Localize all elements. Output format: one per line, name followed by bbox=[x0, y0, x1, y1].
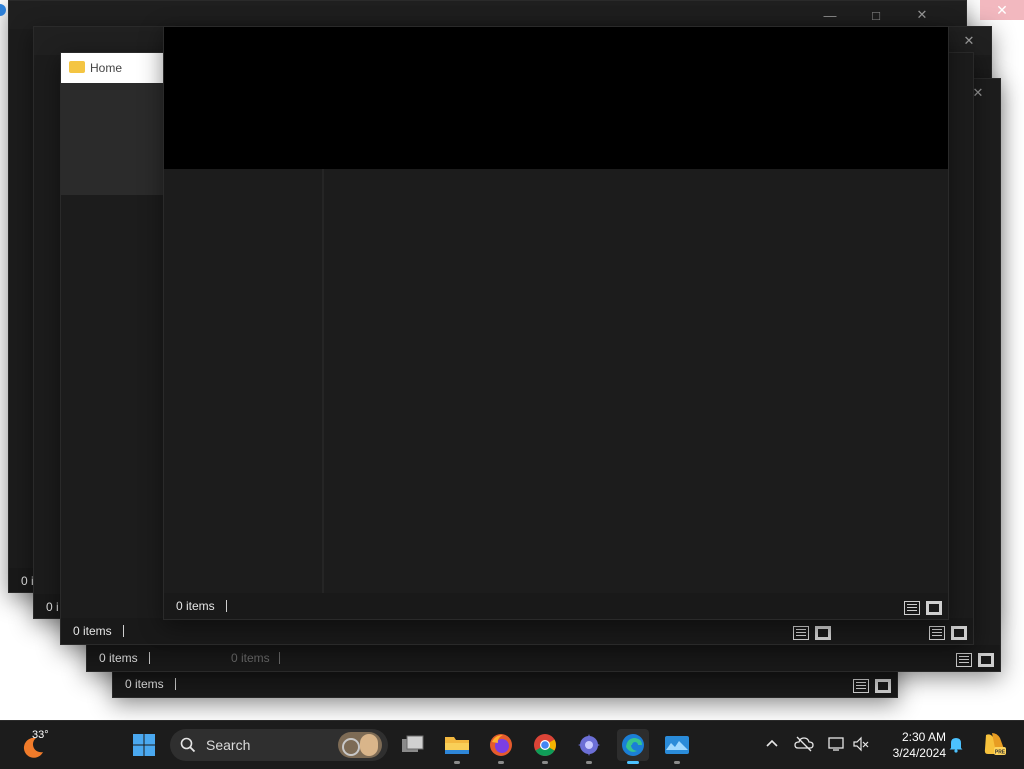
show-hidden-icons-button[interactable] bbox=[762, 735, 782, 755]
large-icons-view-icon[interactable] bbox=[875, 679, 891, 693]
status-bar: 0 items 0 items bbox=[87, 645, 1000, 671]
system-clock[interactable]: 2:30 AM 3/24/2024 bbox=[880, 729, 946, 761]
content-pane[interactable] bbox=[324, 169, 948, 593]
taskbar-chrome[interactable] bbox=[529, 729, 561, 764]
windows-logo-icon bbox=[133, 734, 155, 756]
item-count: 0 i bbox=[46, 600, 59, 614]
svg-text:PRE: PRE bbox=[995, 750, 1006, 756]
chrome-icon bbox=[534, 734, 556, 756]
gear-app-icon bbox=[578, 734, 600, 756]
firefox-icon bbox=[490, 734, 512, 756]
bell-icon bbox=[949, 738, 963, 753]
status-separator bbox=[175, 678, 176, 690]
folder-icon bbox=[445, 737, 469, 754]
close-hover-button[interactable]: ✕ bbox=[980, 0, 1024, 20]
task-view-icon bbox=[402, 735, 424, 752]
item-count: 0 items bbox=[99, 651, 138, 665]
large-icons-view-icon-2[interactable] bbox=[951, 626, 967, 640]
details-view-icon[interactable] bbox=[793, 626, 809, 640]
weather-widget[interactable]: 33° bbox=[18, 727, 58, 763]
title-bar[interactable]: Home bbox=[61, 53, 165, 84]
item-count: 0 items bbox=[125, 677, 164, 691]
taskbar: 33° Search 2:30 AM 3/24/2024 PRE bbox=[0, 720, 1024, 769]
taskbar-firefox[interactable] bbox=[485, 729, 517, 764]
status-bar: 0 items bbox=[164, 593, 948, 619]
weather-temp: 33° bbox=[32, 729, 49, 741]
copilot-button[interactable]: PRE bbox=[980, 731, 1006, 757]
clock-date: 3/24/2024 bbox=[892, 746, 946, 760]
status-separator bbox=[123, 625, 124, 637]
start-button[interactable] bbox=[128, 729, 160, 761]
search-label: Search bbox=[206, 737, 251, 753]
notifications-button[interactable] bbox=[948, 735, 964, 758]
item-count: 0 items bbox=[176, 599, 215, 613]
command-bar bbox=[61, 83, 165, 195]
item-count-secondary: 0 items bbox=[231, 651, 270, 665]
search-highlight-icon bbox=[338, 732, 382, 758]
folder-icon bbox=[69, 61, 85, 73]
status-bar: 0 items bbox=[113, 671, 897, 697]
large-icons-view-icon[interactable] bbox=[978, 653, 994, 667]
taskbar-app[interactable] bbox=[573, 729, 605, 764]
running-indicator bbox=[674, 761, 680, 764]
clock-time: 2:30 AM bbox=[901, 730, 946, 744]
item-count: 0 items bbox=[73, 624, 112, 638]
minimize-button[interactable]: — bbox=[808, 1, 852, 29]
taskbar-search-box[interactable]: Search bbox=[170, 729, 388, 761]
taskbar-edge[interactable] bbox=[617, 729, 649, 764]
edge-icon bbox=[622, 734, 644, 756]
details-view-icon[interactable] bbox=[904, 601, 920, 615]
task-view-button[interactable] bbox=[397, 729, 429, 761]
copilot-icon: PRE bbox=[984, 733, 1006, 756]
status-separator bbox=[226, 600, 227, 612]
navigation-pane[interactable] bbox=[164, 169, 324, 593]
large-icons-view-icon[interactable] bbox=[926, 601, 942, 615]
running-indicator bbox=[627, 761, 639, 764]
onedrive-icon[interactable] bbox=[794, 736, 814, 757]
running-indicator bbox=[454, 761, 460, 764]
details-view-icon[interactable] bbox=[956, 653, 972, 667]
explorer-window-front: 0 items bbox=[163, 26, 949, 620]
status-separator-2 bbox=[279, 652, 280, 664]
network-icon[interactable] bbox=[828, 736, 846, 757]
details-view-icon-2[interactable] bbox=[929, 626, 945, 640]
close-button[interactable]: ✕ bbox=[900, 1, 944, 29]
tab-title[interactable]: Home bbox=[90, 61, 122, 75]
photos-icon bbox=[665, 736, 689, 754]
edge-badge-icon bbox=[0, 4, 6, 16]
taskbar-file-explorer[interactable] bbox=[441, 729, 473, 764]
chevron-up-icon bbox=[766, 739, 778, 747]
volume-muted-icon[interactable] bbox=[852, 736, 870, 757]
title-bar[interactable]: — □ ✕ bbox=[9, 1, 966, 29]
item-count: 0 i bbox=[21, 574, 34, 588]
details-view-icon[interactable] bbox=[853, 679, 869, 693]
maximize-button[interactable]: □ bbox=[854, 1, 898, 29]
large-icons-view-icon[interactable] bbox=[815, 626, 831, 640]
running-indicator bbox=[498, 761, 504, 764]
close-button[interactable]: ✕ bbox=[947, 27, 991, 55]
status-bar: 0 items bbox=[61, 618, 973, 644]
running-indicator bbox=[586, 761, 592, 764]
ribbon-area bbox=[164, 27, 948, 169]
search-icon bbox=[180, 737, 196, 753]
taskbar-photos[interactable] bbox=[661, 729, 693, 764]
status-separator bbox=[149, 652, 150, 664]
running-indicator bbox=[542, 761, 548, 764]
